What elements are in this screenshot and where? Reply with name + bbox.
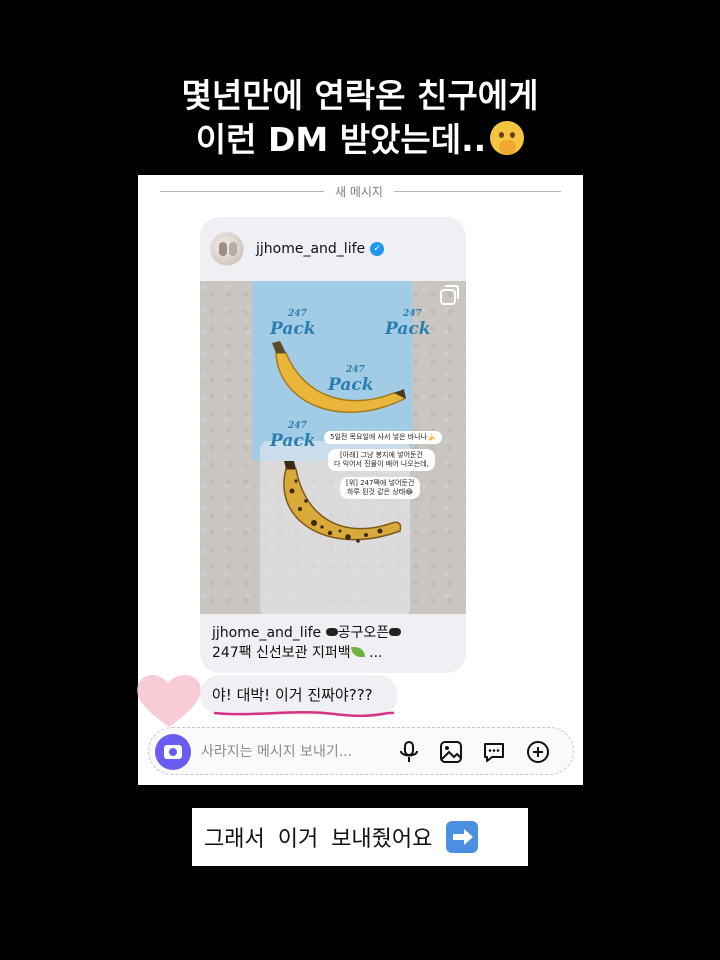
post-username[interactable]: jjhome_and_life [256, 241, 365, 257]
cta-label: 그래서 이거 보내줬어요 [204, 827, 433, 852]
image-label-1: 5일전 목요일에 사서 넣은 바나나🍌 [324, 431, 442, 444]
post-caption[interactable]: jjhome_and_life 공구오픈 247팩 신선보관 지퍼백 ... [212, 623, 460, 663]
ripe-banana [283, 461, 402, 543]
gallery-icon[interactable] [439, 740, 463, 764]
cta-banner: 그래서 이거 보내줬어요 [192, 808, 528, 866]
avatar[interactable] [210, 232, 244, 266]
leaf-emoji-icon [350, 647, 365, 657]
divider-left [160, 191, 324, 192]
carousel-icon [440, 285, 459, 305]
new-message-label: 새 메시지 [335, 185, 383, 199]
verified-badge-icon: ✓ [370, 242, 385, 256]
caption-line-2: 247팩 신선보관 지퍼백 [212, 645, 351, 661]
headline-line-1: 몇년만에 연락온 친구에게 [181, 76, 539, 115]
headline-line-2: 이런 DM 받았는데.. [0, 118, 720, 162]
dm-screen: 새 메시지 jjhome_and_life ✓ 247 Pack 247 Pack … [137, 175, 583, 785]
headline: 몇년만에 연락온 친구에게 이런 DM 받았는데.. [0, 74, 720, 162]
caption-line-1: 공구오픈 [337, 625, 390, 641]
message-input[interactable] [201, 741, 391, 763]
divider-right [394, 191, 561, 192]
caption-more[interactable]: ... [369, 645, 382, 661]
message-composer [148, 727, 574, 775]
bag-logo: 247 Pack [385, 309, 431, 339]
image-label-2: [아래] 그냥 봉지에 넣어둔건 다 익어서 진물이 배어 나오는데, [328, 449, 435, 471]
add-icon[interactable] [526, 740, 550, 764]
image-label-3: [위] 247팩에 넣어둔건 하루 된것 같은 상태😂 [340, 477, 421, 499]
fresh-banana [272, 341, 406, 414]
right-arrow-icon [446, 821, 479, 853]
eyes-emoji-icon [325, 628, 338, 636]
shushing-face-icon [490, 121, 525, 155]
camera-button[interactable] [155, 734, 191, 770]
microphone-icon[interactable] [397, 740, 421, 764]
headline-line-2-text: 이런 DM 받았는데.. [195, 120, 487, 159]
heart-icon [137, 674, 201, 727]
sticker-icon[interactable] [482, 740, 506, 764]
caption-username[interactable]: jjhome_and_life [212, 625, 321, 641]
eyes-emoji-icon [389, 628, 402, 636]
post-image[interactable]: 247 Pack 247 Pack 247 Pack 247 Pack 5일전 … [200, 281, 466, 614]
shared-post-header[interactable]: jjhome_and_life ✓ [210, 231, 385, 267]
shared-post-card[interactable]: jjhome_and_life ✓ 247 Pack 247 Pack 247 Pac… [200, 217, 466, 673]
pink-underline [214, 711, 394, 717]
bag-logo: 247 Pack [270, 309, 316, 339]
